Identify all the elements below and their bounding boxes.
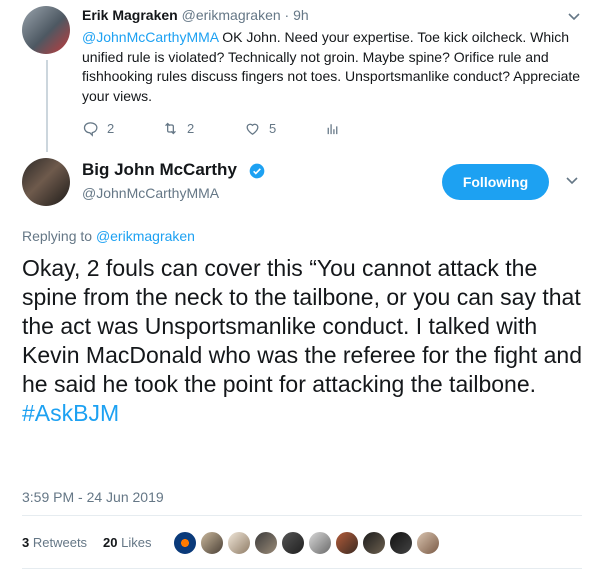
liker-avatar[interactable] bbox=[227, 531, 251, 555]
hashtag-link[interactable]: #AskBJM bbox=[22, 400, 119, 426]
like-total: 20 bbox=[103, 535, 118, 550]
parent-author-name[interactable]: Erik Magraken bbox=[82, 7, 178, 23]
following-button[interactable]: Following bbox=[442, 164, 549, 200]
liker-avatar[interactable] bbox=[281, 531, 305, 555]
liker-avatar[interactable] bbox=[254, 531, 278, 555]
liker-avatar[interactable] bbox=[335, 531, 359, 555]
like-button[interactable]: 5 bbox=[244, 120, 276, 137]
analytics-icon bbox=[327, 124, 338, 135]
retweet-button[interactable]: 2 bbox=[162, 120, 194, 137]
retweet-icon bbox=[165, 122, 176, 135]
main-author-name[interactable]: Big John McCarthy bbox=[82, 160, 237, 180]
replying-to-link[interactable]: @erikmagraken bbox=[96, 228, 195, 244]
parent-header: Erik Magraken @erikmagraken · 9h bbox=[82, 7, 309, 23]
parent-mention-link[interactable]: @JohnMcCarthyMMA bbox=[82, 29, 218, 45]
liker-avatar[interactable] bbox=[308, 531, 332, 555]
replying-to: Replying to @erikmagraken bbox=[22, 228, 195, 244]
verified-badge-icon bbox=[249, 163, 265, 179]
liker-avatar[interactable] bbox=[389, 531, 413, 555]
main-avatar[interactable] bbox=[22, 158, 70, 206]
liker-avatar[interactable] bbox=[200, 531, 224, 555]
likes-stat[interactable]: 20 Likes bbox=[103, 535, 151, 550]
like-label: Likes bbox=[121, 535, 152, 550]
like-count: 5 bbox=[269, 121, 277, 136]
parent-avatar[interactable] bbox=[22, 6, 70, 54]
liker-avatar[interactable] bbox=[362, 531, 386, 555]
retweets-stat[interactable]: 3 Retweets bbox=[22, 535, 87, 550]
liker-avatar[interactable] bbox=[416, 531, 440, 555]
divider bbox=[22, 515, 582, 516]
analytics-button[interactable] bbox=[324, 120, 341, 137]
reply-icon bbox=[83, 122, 98, 137]
retweet-count: 2 bbox=[187, 121, 195, 136]
thread-connector bbox=[46, 60, 48, 152]
main-author-handle[interactable]: @JohnMcCarthyMMA bbox=[82, 185, 219, 201]
retweet-label: Retweets bbox=[32, 535, 88, 550]
parent-author-handle[interactable]: @erikmagraken bbox=[182, 7, 281, 23]
chevron-down-icon[interactable] bbox=[568, 8, 580, 24]
main-tweet-text: Okay, 2 fouls can cover this “You cannot… bbox=[22, 254, 587, 428]
parent-time[interactable]: · 9h bbox=[285, 7, 309, 23]
parent-tweet-text: @JohnMcCarthyMMA OK John. Need your expe… bbox=[82, 28, 582, 106]
reply-count: 2 bbox=[107, 121, 115, 136]
chevron-down-icon[interactable] bbox=[566, 172, 578, 188]
liker-avatar[interactable] bbox=[173, 531, 197, 555]
tweet-timestamp[interactable]: 3:59 PM - 24 Jun 2019 bbox=[22, 489, 164, 505]
reply-button[interactable]: 2 bbox=[82, 120, 114, 137]
main-body: Okay, 2 fouls can cover this “You cannot… bbox=[22, 255, 582, 397]
heart-icon bbox=[246, 123, 259, 135]
retweet-total: 3 bbox=[22, 535, 30, 550]
divider bbox=[22, 568, 582, 569]
replying-prefix: Replying to bbox=[22, 228, 96, 244]
